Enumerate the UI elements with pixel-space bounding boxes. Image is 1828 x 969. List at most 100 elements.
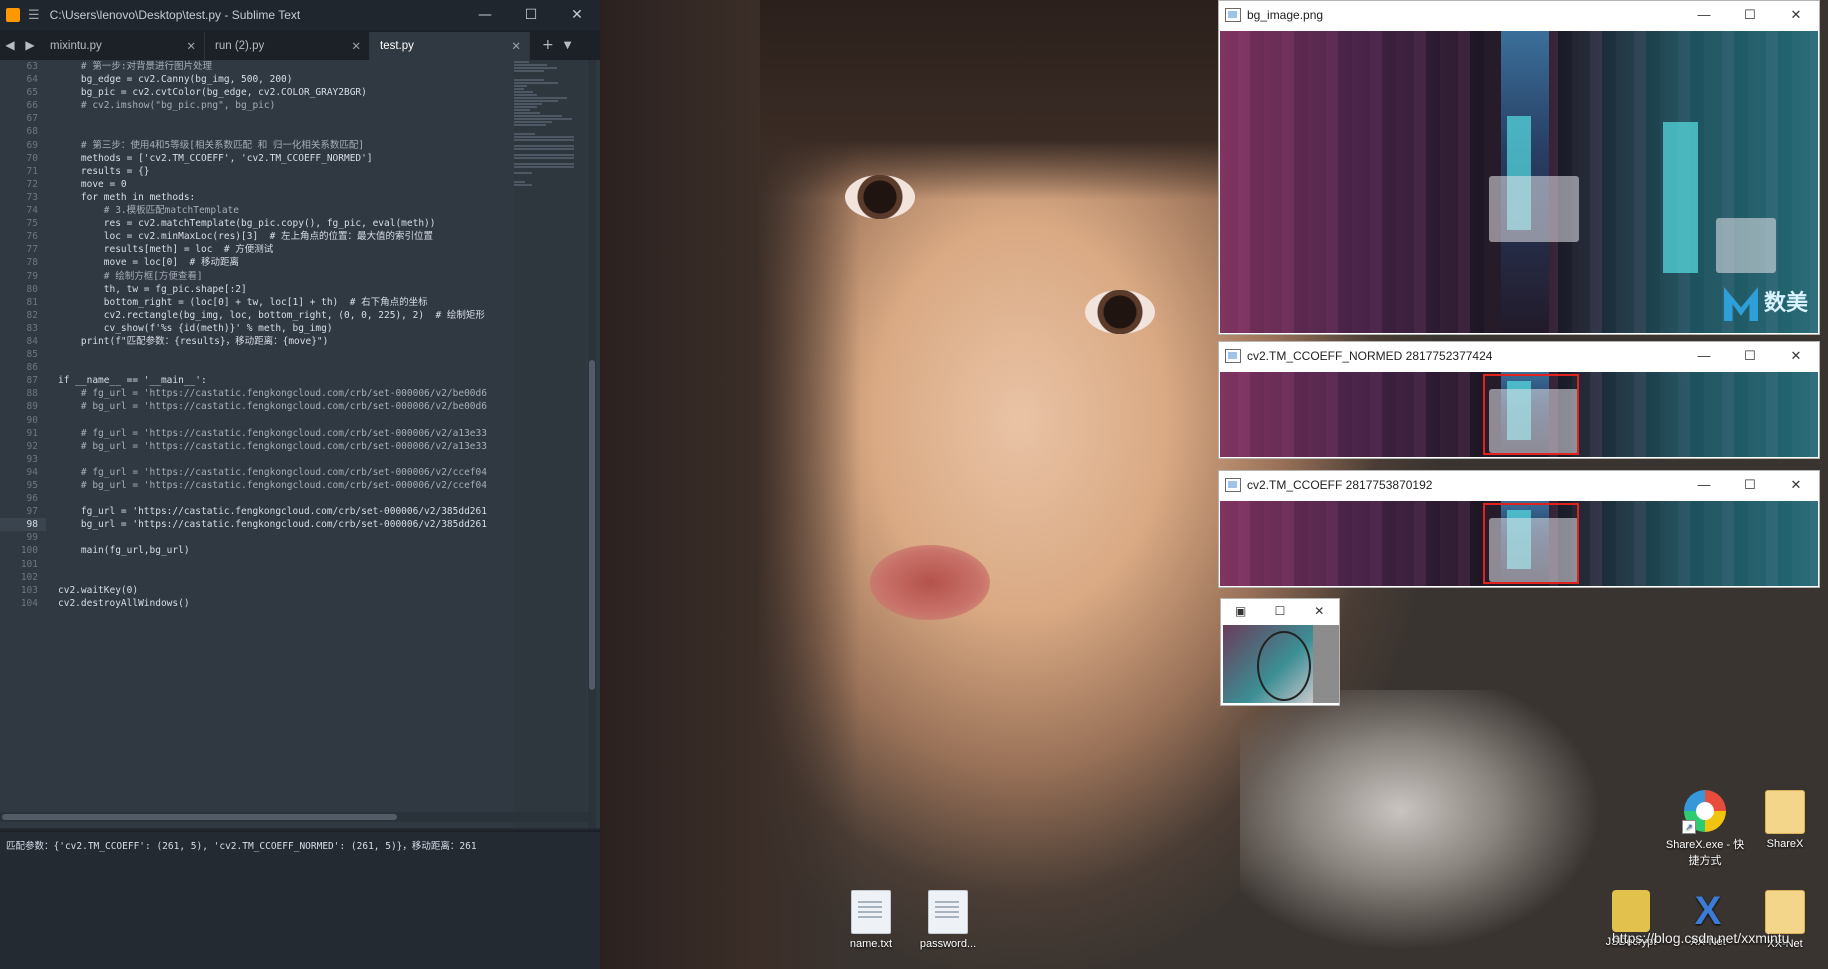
window-icon: ▣ bbox=[1234, 604, 1247, 618]
folder-icon bbox=[1765, 890, 1805, 934]
line-number: 79 bbox=[26, 270, 38, 282]
line-number: 91 bbox=[26, 427, 38, 439]
minimap-line bbox=[514, 148, 574, 150]
code-line: results[meth] = loc # 方便测试 bbox=[58, 244, 274, 256]
minimap-line bbox=[514, 136, 574, 138]
tab-label: mixintu.py bbox=[50, 40, 102, 52]
line-number: 80 bbox=[26, 283, 38, 295]
desktop-icon-password[interactable]: password... bbox=[905, 890, 991, 950]
code-line: fg_url = 'https://castatic.fengkongcloud… bbox=[58, 506, 487, 518]
logo-text: 数美 bbox=[1763, 291, 1808, 316]
code-line: print(f"匹配参数：{results}，移动距离：{move}") bbox=[58, 335, 329, 347]
code-line: # 第三步：使用4和5等级[相关系数匹配 和 归一化相关系数匹配] bbox=[58, 139, 365, 151]
code-line: bottom_right = (loc[0] + tw, loc[1] + th… bbox=[58, 296, 428, 308]
code-line: for meth in methods: bbox=[58, 191, 196, 203]
code-line: # 3.模板匹配matchTemplate bbox=[58, 205, 239, 217]
cv-window-template[interactable]: ▣ ☐ ✕ bbox=[1220, 598, 1340, 706]
text-file-icon bbox=[928, 890, 968, 934]
tab-run-2[interactable]: run (2).py ✕ bbox=[205, 32, 370, 60]
match-rectangle bbox=[1483, 503, 1579, 584]
minimap-line bbox=[514, 70, 545, 72]
minimap-line bbox=[514, 124, 546, 126]
tab-nav: ◀ ▶ bbox=[0, 38, 40, 52]
close-button[interactable]: ✕ bbox=[554, 7, 600, 23]
maximize-button[interactable]: ☐ bbox=[1727, 348, 1773, 364]
tab-close-icon[interactable]: ✕ bbox=[351, 39, 361, 53]
desktop-icon-name-txt[interactable]: name.txt bbox=[828, 890, 914, 950]
line-number: 97 bbox=[26, 506, 38, 518]
maximize-button[interactable]: ☐ bbox=[508, 7, 554, 23]
line-number: 72 bbox=[26, 178, 38, 190]
tab-label: run (2).py bbox=[215, 40, 265, 52]
cv-window-title: cv2.TM_CCOEFF_NORMED 2817752377424 bbox=[1247, 349, 1493, 363]
cv-window-bg-image[interactable]: bg_image.png — ☐ ✕ 数美 bbox=[1218, 0, 1820, 335]
line-number: 99 bbox=[26, 532, 38, 544]
code-area[interactable]: # 第一步:对背景进行图片处理 bg_edge = cv2.Canny(bg_i… bbox=[58, 60, 513, 828]
tab-next-icon[interactable]: ▶ bbox=[25, 38, 34, 52]
csdn-watermark: https://blog.csdn.net/xxmintu bbox=[1612, 930, 1790, 946]
new-tab-icon[interactable]: + bbox=[542, 37, 554, 53]
vertical-scrollbar[interactable] bbox=[588, 60, 596, 828]
tab-mixintu[interactable]: mixintu.py ✕ bbox=[40, 32, 205, 60]
minimize-button[interactable]: — bbox=[462, 7, 508, 23]
window-title: C:\Users\lenovo\Desktop\test.py - Sublim… bbox=[49, 8, 301, 22]
maximize-button[interactable]: ☐ bbox=[1260, 604, 1299, 618]
code-line: methods = ['cv2.TM_CCOEFF', 'cv2.TM_CCOE… bbox=[58, 152, 373, 164]
code-line: th, tw = fg_pic.shape[:2] bbox=[58, 283, 247, 295]
minimap-line bbox=[514, 91, 534, 93]
code-line: # bg_url = 'https://castatic.fengkongclo… bbox=[58, 480, 487, 491]
scroll-thumb[interactable] bbox=[2, 814, 397, 820]
tab-test[interactable]: test.py ✕ bbox=[370, 32, 530, 60]
line-number: 75 bbox=[26, 218, 38, 230]
desktop-icon-sharex[interactable]: ShareX bbox=[1742, 790, 1828, 850]
close-button[interactable]: ✕ bbox=[1773, 477, 1819, 493]
text-file-icon bbox=[851, 890, 891, 934]
hamburger-menu-icon[interactable]: ☰ bbox=[28, 8, 40, 23]
code-line: loc = cv2.minMaxLoc(res)[3] # 左上角点的位置：最大… bbox=[58, 231, 434, 243]
line-number: 88 bbox=[26, 388, 38, 400]
cv-titlebar: cv2.TM_CCOEFF 2817753870192 — ☐ ✕ bbox=[1219, 471, 1819, 499]
close-button[interactable]: ✕ bbox=[1773, 348, 1819, 364]
minimize-button[interactable]: — bbox=[1681, 348, 1727, 364]
cv-titlebar: ▣ ☐ ✕ bbox=[1221, 599, 1339, 623]
desktop-icon-sharex-exe[interactable]: ↗ ShareX.exe - 快捷方式 bbox=[1662, 790, 1748, 868]
shortcut-arrow-icon: ↗ bbox=[1682, 820, 1696, 834]
lock-file-icon bbox=[1612, 890, 1650, 932]
shumei-logo-icon bbox=[1723, 287, 1758, 321]
tab-dropdown-icon[interactable]: ▼ bbox=[564, 40, 572, 51]
cv-window-ccoeff-normed[interactable]: cv2.TM_CCOEFF_NORMED 2817752377424 — ☐ ✕ bbox=[1218, 341, 1820, 459]
line-number: 63 bbox=[26, 61, 38, 72]
code-line: res = cv2.matchTemplate(bg_pic.copy(), f… bbox=[58, 218, 436, 230]
cv-window-title: bg_image.png bbox=[1247, 8, 1324, 22]
window-icon bbox=[1225, 478, 1241, 492]
maximize-button[interactable]: ☐ bbox=[1727, 477, 1773, 493]
minimap-line bbox=[514, 97, 567, 99]
close-button[interactable]: ✕ bbox=[1773, 7, 1819, 23]
tab-close-icon[interactable]: ✕ bbox=[511, 39, 521, 53]
line-number: 101 bbox=[20, 558, 38, 570]
horizontal-scrollbar[interactable] bbox=[0, 812, 590, 822]
tab-prev-icon[interactable]: ◀ bbox=[5, 38, 14, 52]
code-line: cv2.destroyAllWindows() bbox=[58, 597, 190, 609]
minimap-line bbox=[514, 109, 530, 111]
minimize-button[interactable]: — bbox=[1681, 477, 1727, 493]
template-outline bbox=[1257, 631, 1311, 701]
puzzle-piece-gap bbox=[1489, 175, 1579, 243]
minimize-button[interactable]: — bbox=[1681, 7, 1727, 23]
scroll-thumb[interactable] bbox=[589, 360, 595, 690]
maximize-button[interactable]: ☐ bbox=[1727, 7, 1773, 23]
minimap[interactable] bbox=[514, 60, 586, 828]
minimap-line bbox=[514, 64, 547, 66]
tab-close-icon[interactable]: ✕ bbox=[186, 39, 196, 53]
code-editor[interactable]: 63 64 65 66 67 68 69 70 71 72 73 74 75 76 77 78 79 80 81 82… bbox=[0, 60, 600, 828]
code-line: main(fg_url,bg_url) bbox=[58, 545, 190, 557]
code-line: # fg_url = 'https://castatic.fengkongclo… bbox=[58, 466, 487, 478]
template-image bbox=[1223, 625, 1313, 703]
sublime-titlebar: ☰ C:\Users\lenovo\Desktop\test.py - Subl… bbox=[0, 0, 600, 30]
close-button[interactable]: ✕ bbox=[1300, 604, 1339, 618]
cv-window-ccoeff[interactable]: cv2.TM_CCOEFF 2817753870192 — ☐ ✕ bbox=[1218, 470, 1820, 588]
minimap-line bbox=[514, 121, 553, 123]
